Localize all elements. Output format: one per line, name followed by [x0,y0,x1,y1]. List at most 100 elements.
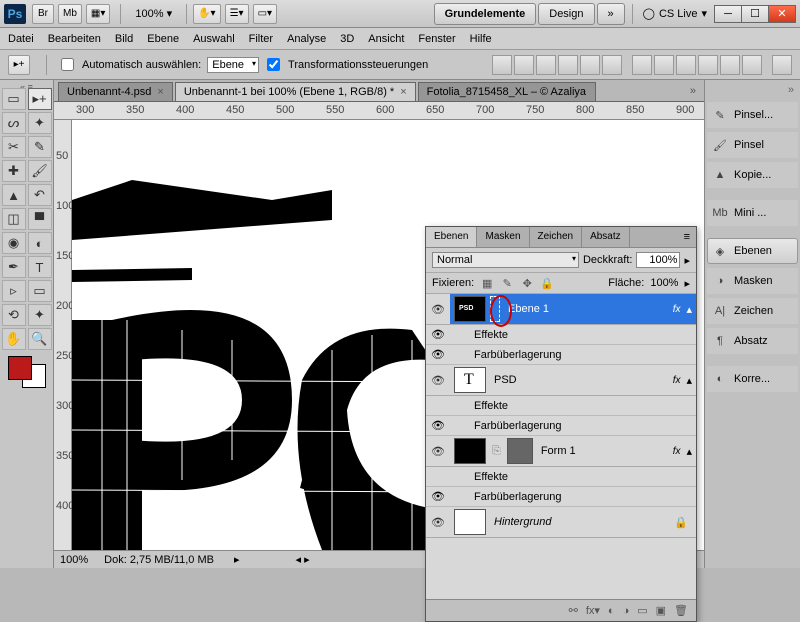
menu-bearbeiten[interactable]: Bearbeiten [48,33,101,45]
align-icon[interactable] [602,55,622,75]
layer-row[interactable]: 👁 PSD fx▴ [426,365,696,396]
layer-name[interactable]: Form 1 [537,445,667,457]
menu-auswahl[interactable]: Auswahl [193,33,235,45]
menu-ebene[interactable]: Ebene [147,33,179,45]
dist-icon[interactable] [632,55,652,75]
hand-tool[interactable]: ✋ [2,328,26,350]
auto-align-icon[interactable] [772,55,792,75]
panel-mini[interactable]: MbMini ... [707,200,798,226]
menu-hilfe[interactable]: Hilfe [470,33,492,45]
layer-name[interactable]: Ebene 1 [504,303,667,315]
zoom-level[interactable]: 100% ▾ [135,7,172,20]
3dcam-tool[interactable]: ✦ [28,304,52,326]
close-button[interactable]: ✕ [768,5,796,23]
auto-select-checkbox[interactable] [61,58,74,71]
screen-button[interactable]: ▭▾ [253,4,277,24]
fx-icon[interactable]: fx [667,304,687,315]
move-tool-icon[interactable]: ▸+ [8,55,30,75]
transform-checkbox[interactable] [267,58,280,71]
dist-icon[interactable] [742,55,762,75]
align-icon[interactable] [492,55,512,75]
history-tool[interactable]: ↶ [28,184,52,206]
dist-icon[interactable] [654,55,674,75]
status-zoom[interactable]: 100% [60,554,88,566]
panel-pinsel[interactable]: 🖌Pinsel [707,132,798,158]
menu-datei[interactable]: Datei [8,33,34,45]
panel-korre[interactable]: ◐Korre... [707,366,798,392]
minimize-button[interactable]: ─ [714,5,742,23]
ruler-vertical[interactable]: 50100150200250300350400 [54,120,72,550]
collapse-icon[interactable]: » [707,82,798,98]
panel-pinsel-preset[interactable]: ✎Pinsel... [707,102,798,128]
dist-icon[interactable] [676,55,696,75]
crop-tool[interactable]: ✂ [2,136,26,158]
path-tool[interactable]: ▹ [2,280,26,302]
lock-pixels-icon[interactable]: ▦ [480,276,494,290]
3d-tool[interactable]: ⟲ [2,304,26,326]
layout-button[interactable]: ▦▾ [86,4,110,24]
layer-row[interactable]: 👁 Hintergrund 🔒 [426,507,696,538]
lock-all-icon[interactable]: 🔒 [540,276,554,290]
doc-tab[interactable]: Unbenannt-4.psd× [58,82,173,101]
layer-thumb[interactable] [454,509,486,535]
workspace-more[interactable]: » [597,3,625,25]
menu-fenster[interactable]: Fenster [418,33,455,45]
shape-tool[interactable]: ▭ [28,280,52,302]
fx-icon[interactable]: fx [667,446,687,457]
lock-position-icon[interactable]: ✥ [520,276,534,290]
panel-menu-icon[interactable]: ≡ [678,227,696,247]
cslive-button[interactable]: CS Live [659,8,698,20]
panel-kopie[interactable]: ▲Kopie... [707,162,798,188]
effects-row[interactable]: Effekte [426,467,696,487]
effect-item[interactable]: 👁Farbüberlagerung [426,487,696,507]
visibility-icon[interactable]: 👁 [426,445,450,458]
layer-style-icon[interactable]: fx▾ [586,604,600,617]
menu-analyse[interactable]: Analyse [287,33,326,45]
fill-field[interactable]: 100% [650,277,678,289]
pen-tool[interactable]: ✒ [2,256,26,278]
zoom-tool[interactable]: 🔍 [28,328,52,350]
move-tool[interactable]: ▸+ [28,88,52,110]
workspace-grundelemente[interactable]: Grundelemente [434,3,537,25]
type-tool[interactable]: T [28,256,52,278]
layer-row[interactable]: 👁 ⎘ Form 1 fx▴ [426,436,696,467]
ruler-horizontal[interactable]: 300350400450500550600650700750800850900 [54,102,704,120]
bridge-button[interactable]: Br [32,4,54,24]
visibility-icon[interactable]: 👁 [426,294,450,324]
blur-tool[interactable]: ◉ [2,232,26,254]
minibridge-button[interactable]: Mb [58,4,82,24]
auto-select-dropdown[interactable]: Ebene [207,57,259,73]
doc-tab[interactable]: Unbenannt-1 bei 100% (Ebene 1, RGB/8) *× [175,82,416,101]
align-icon[interactable] [536,55,556,75]
fx-icon[interactable]: fx [667,375,687,386]
layer-name[interactable]: Hintergrund [490,516,666,528]
visibility-icon[interactable]: 👁 [426,516,450,529]
visibility-icon[interactable]: 👁 [426,374,450,387]
dist-icon[interactable] [720,55,740,75]
group-icon[interactable]: ▭ [637,604,647,617]
panel-ebenen[interactable]: ◈Ebenen [707,238,798,264]
close-icon[interactable]: × [157,86,163,98]
panel-zeichen[interactable]: A|Zeichen [707,298,798,324]
menu-ansicht[interactable]: Ansicht [368,33,404,45]
layer-thumb[interactable] [454,367,486,393]
align-icon[interactable] [558,55,578,75]
status-dok[interactable]: Dok: 2,75 MB/11,0 MB [104,554,214,566]
link-layers-icon[interactable]: ⚯ [569,604,578,617]
link-icon[interactable]: ⎘ [492,445,501,458]
opacity-field[interactable]: 100% [636,252,680,268]
blend-mode-dropdown[interactable]: Normal [432,252,579,268]
layer-name[interactable]: PSD [490,374,667,386]
eraser-tool[interactable]: ◫ [2,208,26,230]
menu-3d[interactable]: 3D [340,33,354,45]
lasso-tool[interactable]: ᔕ [2,112,26,134]
close-icon[interactable]: × [400,86,406,98]
wand-tool[interactable]: ✦ [28,112,52,134]
align-icon[interactable] [514,55,534,75]
doc-tab[interactable]: Fotolia_8715458_XL – © Azaliya – Fotolia… [418,82,596,101]
eyedropper-tool[interactable]: ✎ [28,136,52,158]
new-layer-icon[interactable]: ▣ [656,604,666,617]
brush-tool[interactable]: 🖌 [28,160,52,182]
heal-tool[interactable]: ✚ [2,160,26,182]
hand-button[interactable]: ✋▾ [193,4,220,24]
